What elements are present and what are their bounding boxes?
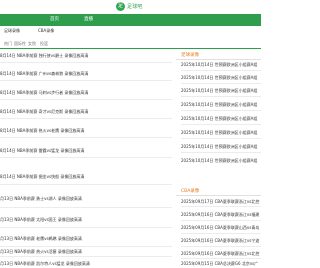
row-divider <box>0 157 172 158</box>
sidebar-list-item[interactable]: 2025年10月14日 世预赛欧洲区小组赛A组 <box>181 62 261 68</box>
sidebar-list-item[interactable]: 2025年10月14日 世预赛欧洲区小组赛A组 <box>181 88 261 94</box>
row-divider <box>181 206 261 207</box>
nav-item-home[interactable]: 首页 <box>50 16 59 22</box>
row-divider <box>181 83 261 84</box>
list-item[interactable]: 月13日 NBA季前赛 老鹰vs鹈鹕 录像回放高清 <box>0 236 172 242</box>
section-title-football[interactable]: 足球录像 <box>181 52 199 58</box>
section-title-cba[interactable]: CBA录像 <box>181 188 199 194</box>
subnav-item-cba-replay[interactable]: CBA录像 <box>38 28 54 34</box>
row-divider <box>181 96 261 97</box>
sidebar-list-item[interactable]: 2025年09月16日 CBA夏季联赛浙江vs宁波 <box>181 238 261 244</box>
row-divider <box>0 99 172 100</box>
row-divider <box>0 62 172 63</box>
list-item[interactable]: 8月14日 NBA季前赛 雷霆vs猛龙 录像回放高清 <box>0 148 172 154</box>
row-divider <box>181 258 261 259</box>
list-item[interactable]: 8月14日 NBA季前赛 奇才vs尼克斯 录像回放高清 <box>0 109 172 115</box>
row-divider <box>181 124 261 125</box>
list-item[interactable]: 8月14日 NBA季前赛 独行侠vs爵士 录像回放高清 <box>0 53 172 59</box>
nav-item-live[interactable]: 直播 <box>84 16 93 22</box>
row-divider <box>181 70 261 71</box>
main-nav: 首页 直播 <box>0 14 261 26</box>
list-item[interactable]: 月13日 NBA季前赛 热火vs活塞 录像回放高清 <box>0 249 172 255</box>
top-header: 足 足球吧 <box>0 0 261 12</box>
sidebar-list-item[interactable]: 2025年09月16日 CBA夏季联赛山西vs青岛 <box>181 225 261 231</box>
sidebar-list-item[interactable]: 2025年10月14日 世预赛欧洲区小组赛A组 <box>181 158 261 164</box>
list-item[interactable]: 8月14日 NBA季前赛 广州vs森林狼 录像回放高清 <box>0 71 172 77</box>
list-item[interactable]: 8月14日 NBA季前赛 掘金vs快船 录像回放高清 <box>0 174 172 180</box>
subnav-item-football-replay[interactable]: 足球录像 <box>4 28 20 34</box>
sidebar-list-item[interactable]: 2025年09月15日 CBA总决赛G6 北京vs广 <box>181 261 261 267</box>
row-divider <box>181 246 261 247</box>
sidebar-list-item[interactable]: 2025年10月14日 世预赛欧洲区小组赛A组 <box>181 130 261 136</box>
sidebar-list-item[interactable]: 2025年10月14日 世预赛欧洲区小组赛A组 <box>181 116 261 122</box>
row-divider <box>0 227 172 228</box>
logo-icon: 足 <box>116 1 125 11</box>
row-divider <box>0 184 172 185</box>
section-divider <box>176 59 261 60</box>
sidebar-list-item[interactable]: 2025年10月14日 世预赛欧洲区小组赛A组 <box>181 144 261 150</box>
site-logo[interactable]: 足 足球吧 <box>116 1 143 11</box>
sidebar-list-item[interactable]: 2025年09月16日 CBA夏季联赛浙江vs北控 <box>181 251 261 257</box>
row-divider <box>0 256 172 257</box>
sidebar-list-item[interactable]: 2025年10月14日 世预赛欧洲区小组赛A组 <box>181 75 261 81</box>
row-divider <box>0 246 172 247</box>
logo-text: 足球吧 <box>127 3 143 10</box>
tag-item[interactable]: 女院 <box>28 41 36 47</box>
list-item[interactable]: 8月14日 NBA季前赛 马刺vs步行者 录像回放高清 <box>0 90 172 96</box>
tag-item[interactable]: 热门 <box>4 41 12 47</box>
sidebar-list-item[interactable]: 2025年10月14日 世预赛欧洲区小组赛A组 <box>181 102 261 108</box>
tag-item[interactable]: 国际性 <box>14 41 26 47</box>
row-divider <box>0 207 172 208</box>
tag-item[interactable]: 投篮 <box>40 41 48 47</box>
row-divider <box>181 152 261 153</box>
row-divider <box>0 137 172 138</box>
section-divider <box>176 195 261 196</box>
row-divider <box>0 118 172 119</box>
list-item[interactable]: 8月14日 NBA季前赛 热火vs老鹰 录像回放高清 <box>0 128 172 134</box>
list-item[interactable]: 月13日 NBA季前赛 凯尔特人vs猛龙 录像回放高清 <box>0 261 172 267</box>
row-divider <box>181 220 261 221</box>
row-divider <box>181 138 261 139</box>
list-item[interactable]: 月13日 NBA季前赛 太阳vs国王 录像回放高清 <box>0 217 172 223</box>
sidebar-list-item[interactable]: 2025年09月17日 CBA夏季联赛浙江vs北控 <box>181 199 261 205</box>
header-divider <box>0 48 261 49</box>
list-item[interactable]: 月13日 NBA季前赛 勇士vs湖人 录像回放高清 <box>0 196 172 202</box>
row-divider <box>181 233 261 234</box>
row-divider <box>181 110 261 111</box>
row-divider <box>0 80 172 81</box>
sidebar-list-item[interactable]: 2025年09月16日 CBA夏季联赛浙江vs福建 <box>181 212 261 218</box>
